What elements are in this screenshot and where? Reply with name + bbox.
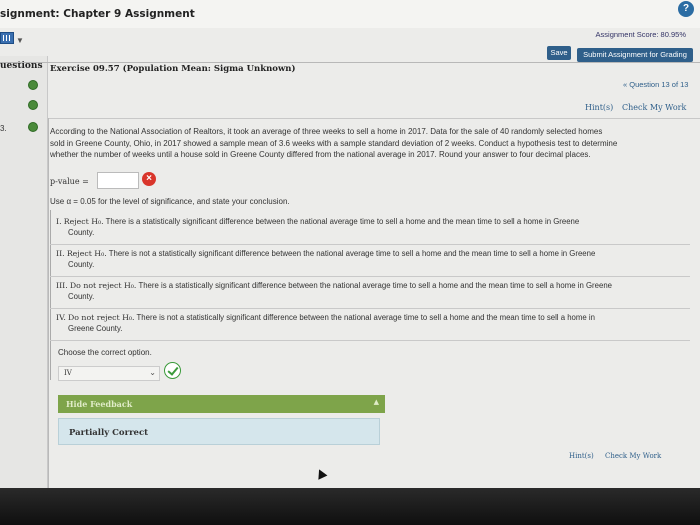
option-i: I. Reject H₀. There is a statistically s… (50, 216, 690, 238)
question-status-icon[interactable] (28, 122, 38, 132)
assignment-score: Assignment Score: 80.95% (595, 30, 686, 39)
choose-label: Choose the correct option. (58, 348, 152, 357)
pvalue-input[interactable] (97, 172, 139, 189)
question-counter[interactable]: « Question 13 of 13 (623, 80, 688, 89)
divider (50, 340, 690, 341)
check-icon (164, 362, 181, 379)
feedback-result: Partially Correct (58, 418, 380, 445)
problem-line: According to the National Association of… (50, 127, 603, 136)
mouse-cursor-icon (314, 467, 328, 480)
chevron-down-icon: ⌄ (149, 368, 156, 377)
help-icon[interactable]: ? (678, 1, 694, 17)
hint-link[interactable]: Hint(s) (569, 452, 594, 460)
option-ii: II. Reject H₀. There is not a statistica… (50, 248, 690, 270)
assignment-title: signment: Chapter 9 Assignment (0, 8, 195, 20)
option-prefix: III. (56, 281, 68, 290)
option-cont: County. (68, 260, 95, 269)
save-button[interactable]: Save (547, 46, 571, 60)
option-verb: Do not reject H₀. (69, 281, 137, 290)
check-my-work-link[interactable]: Check My Work (622, 103, 686, 112)
submit-assignment-button[interactable]: Submit Assignment for Grading (577, 48, 693, 62)
chevron-down-icon[interactable]: ▼ (16, 36, 24, 45)
option-prefix: IV. (56, 313, 66, 322)
screen: signment: Chapter 9 Assignment ? ▼ Assig… (0, 0, 700, 488)
top-bar: signment: Chapter 9 Assignment ? (0, 0, 700, 28)
option-verb: Do not reject H₀. (68, 313, 135, 322)
option-iv: IV. Do not reject H₀. There is not a sta… (50, 312, 690, 334)
option-cont: County. (68, 292, 95, 301)
question-status-icon[interactable] (28, 100, 38, 110)
option-text: There is not a statistically significant… (108, 249, 596, 258)
divider (50, 244, 690, 245)
monitor-bezel (0, 488, 700, 525)
option-verb: Reject H₀. (63, 217, 104, 226)
divider (50, 276, 690, 277)
divider (48, 118, 49, 488)
option-text: There is a statistically significant dif… (105, 217, 580, 226)
pvalue-label: p-value = (50, 177, 89, 186)
problem-line: whether the number of weeks until a hous… (50, 150, 591, 159)
option-text: There is not a statistically significant… (136, 313, 595, 322)
option-prefix: II. (56, 249, 65, 258)
check-my-work-link[interactable]: Check My Work (605, 452, 661, 460)
exercise-title: Exercise 09.57 (Population Mean: Sigma U… (50, 64, 296, 74)
option-prefix: I. (56, 217, 62, 226)
questions-sidebar: uestions 3. (0, 56, 48, 488)
divider (50, 308, 690, 309)
feedback-toggle-label[interactable]: Hide Feedback (66, 399, 132, 409)
divider (48, 118, 700, 119)
option-text: There is a statistically significant dif… (138, 281, 612, 290)
answer-select[interactable]: IV ⌄ (58, 366, 160, 381)
option-cont: Greene County. (68, 324, 123, 333)
calculator-icon[interactable] (0, 32, 14, 44)
collapse-icon[interactable]: ▲ (374, 397, 379, 406)
problem-text: According to the National Association of… (50, 126, 690, 161)
option-verb: Reject H₀. (66, 249, 107, 258)
option-cont: County. (68, 228, 95, 237)
incorrect-icon: × (142, 172, 156, 186)
hint-link[interactable]: Hint(s) (585, 103, 613, 112)
question-status-icon[interactable] (28, 80, 38, 90)
option-iii: III. Do not reject H₀. There is a statis… (50, 280, 690, 302)
question-number: 3. (0, 124, 7, 133)
problem-line: sold in Greene County, Ohio, in 2017 sho… (50, 138, 618, 148)
divider (0, 62, 700, 63)
feedback-header[interactable]: Hide Feedback ▲ (58, 395, 385, 413)
alpha-instruction: Use α = 0.05 for the level of significan… (50, 197, 290, 206)
answer-select-value: IV (64, 369, 72, 377)
